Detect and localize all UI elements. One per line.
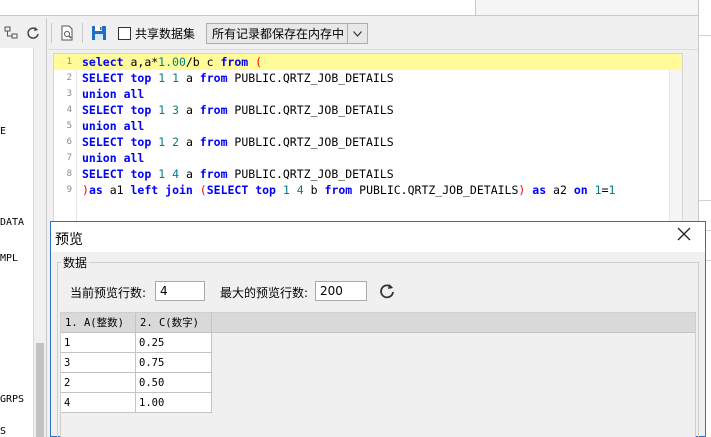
column-header[interactable]: 1. A(整数) — [61, 313, 136, 333]
chevron-down-icon[interactable] — [347, 24, 367, 43]
code-line[interactable]: 6 SELECT top 1 2 a from PUBLIC.QRTZ_JOB_D… — [54, 134, 682, 150]
preview-icon[interactable] — [57, 23, 77, 43]
top-input-area[interactable] — [0, 0, 476, 16]
left-scrollbar[interactable] — [35, 48, 45, 437]
top-right-area — [476, 0, 698, 16]
code-line[interactable]: 7 union all — [54, 150, 682, 166]
grid-cell[interactable]: 3 — [61, 353, 136, 373]
top-strip — [0, 0, 711, 18]
code-line[interactable]: 3 union all — [54, 86, 682, 102]
code-text: union all — [82, 87, 145, 101]
list-item[interactable]: GRPS — [0, 394, 24, 405]
line-number: 3 — [66, 89, 72, 99]
storage-mode-select[interactable]: 所有记录都保存在内存中 — [206, 23, 368, 44]
code-line[interactable]: 9 )as a1 left join (SELECT top 1 4 b from… — [54, 182, 682, 198]
list-item[interactable]: DATA — [0, 217, 24, 228]
close-icon[interactable] — [675, 227, 693, 245]
toolbar-divider — [51, 23, 52, 43]
divider — [699, 200, 711, 201]
line-number: 4 — [66, 105, 72, 115]
code-line[interactable]: 1 select a,a*1.00/b c from ( — [54, 54, 682, 70]
grid-cell[interactable]: 1.00 — [136, 393, 212, 413]
storage-mode-value: 所有记录都保存在内存中 — [212, 27, 345, 41]
grid-cell[interactable]: 1 — [61, 333, 136, 353]
column-header[interactable]: 2. C(数字) — [136, 313, 212, 333]
grid-cell[interactable]: 0.75 — [136, 353, 212, 373]
code-text: SELECT top 1 2 a from PUBLIC.QRTZ_JOB_DE… — [82, 135, 394, 149]
toolbar-divider — [82, 23, 83, 43]
code-line[interactable]: 2 SELECT top 1 1 a from PUBLIC.QRTZ_JOB_D… — [54, 70, 682, 86]
list-item[interactable]: MPL — [0, 253, 18, 264]
list-item[interactable]: E — [0, 126, 6, 137]
code-line[interactable]: 5 union all — [54, 118, 682, 134]
share-dataset-label: 共享数据集 — [135, 27, 196, 41]
preview-grid[interactable]: 1. A(整数) 2. C(数字) 1 0.25 3 0.75 2 0.50 4… — [60, 312, 696, 437]
grid-cell[interactable]: 0.50 — [136, 373, 212, 393]
line-number: 8 — [66, 169, 72, 179]
refresh-icon[interactable] — [377, 281, 397, 301]
max-rows-label: 最大的预览行数: — [220, 286, 309, 300]
current-rows-field[interactable]: 4 — [155, 281, 205, 301]
left-panel: E DATA MPL GRPS S — [0, 18, 47, 437]
line-number: 6 — [66, 137, 72, 147]
line-number: 1 — [66, 57, 72, 67]
tree-icon[interactable] — [2, 24, 20, 42]
code-text: )as a1 left join (SELECT top 1 4 b from … — [82, 183, 616, 197]
grid-cell[interactable]: 0.25 — [136, 333, 212, 353]
share-dataset-toggle[interactable]: 共享数据集 — [118, 25, 195, 42]
line-number: 2 — [66, 73, 72, 83]
line-number: 5 — [66, 121, 72, 131]
main-toolbar: 共享数据集 所有记录都保存在内存中 — [48, 18, 698, 50]
preview-dialog: 预览 数据 当前预览行数: 4 最大的预览行数: 200 1. A(整数) 2.… — [50, 221, 706, 437]
dialog-title: 预览 — [55, 232, 83, 248]
grid-cell[interactable]: 2 — [61, 373, 136, 393]
code-line[interactable]: 4 SELECT top 1 3 a from PUBLIC.QRTZ_JOB_D… — [54, 102, 682, 118]
left-toolbar — [0, 22, 46, 46]
save-icon[interactable] — [89, 23, 109, 43]
code-text: select a,a*1.00/b c from ( — [82, 55, 263, 69]
current-rows-label: 当前预览行数: — [70, 286, 147, 300]
code-text: SELECT top 1 3 a from PUBLIC.QRTZ_JOB_DE… — [82, 103, 394, 117]
divider — [699, 35, 711, 36]
share-dataset-checkbox[interactable] — [118, 27, 131, 40]
line-number: 7 — [66, 153, 72, 163]
data-group-label: 数据 — [61, 254, 90, 271]
code-text: SELECT top 1 1 a from PUBLIC.QRTZ_JOB_DE… — [82, 71, 394, 85]
dialog-titlebar[interactable]: 预览 — [51, 222, 705, 252]
left-object-list[interactable]: E DATA MPL GRPS S — [0, 48, 34, 437]
code-text: union all — [82, 151, 145, 165]
code-text: SELECT top 1 4 a from PUBLIC.QRTZ_JOB_DE… — [82, 167, 394, 181]
code-text: union all — [82, 119, 145, 133]
grid-header: 1. A(整数) 2. C(数字) — [61, 313, 695, 333]
refresh-icon[interactable] — [24, 24, 42, 42]
sql-editor[interactable]: 1 select a,a*1.00/b c from ( 2 SELECT top 1… — [53, 53, 683, 224]
code-line[interactable]: 8 SELECT top 1 4 a from PUBLIC.QRTZ_JOB_D… — [54, 166, 682, 182]
grid-cell[interactable]: 4 — [61, 393, 136, 413]
list-item[interactable]: S — [0, 426, 6, 437]
line-number: 9 — [66, 185, 72, 195]
scroll-thumb[interactable] — [36, 343, 44, 437]
max-rows-field[interactable]: 200 — [315, 281, 367, 301]
